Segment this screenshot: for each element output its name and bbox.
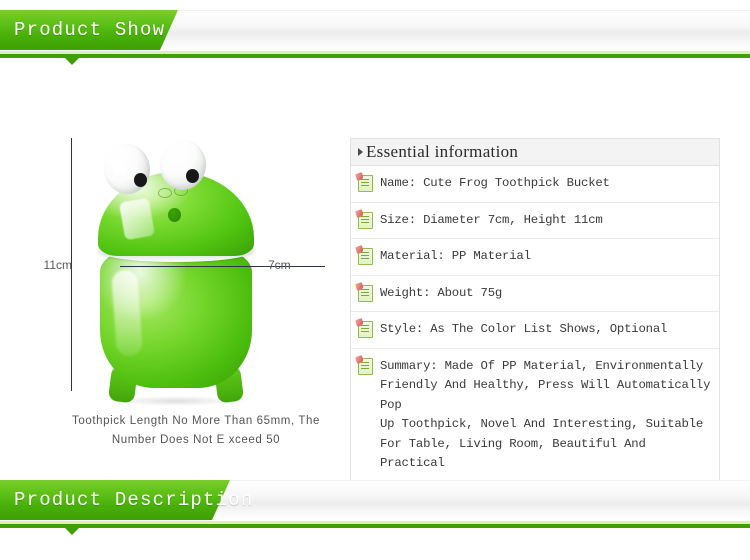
list-item: Style: As The Color List Shows, Optional — [351, 312, 719, 349]
section-banner-product-show: Product Show — [0, 0, 750, 65]
width-dimension-label: 7cm — [268, 258, 291, 272]
list-item-text: Material: PP Material — [380, 249, 531, 263]
product-image-block: 11cm 7cm Toothpick Length No More Than 6… — [44, 132, 330, 446]
note-document-icon — [358, 175, 373, 192]
frog-lid-highlight — [118, 197, 156, 241]
list-item-text: Weight: About 75g — [380, 285, 503, 300]
frog-pupil-left — [134, 173, 147, 187]
note-document-icon — [358, 321, 373, 338]
list-item-text: Style: As The Color List Shows, Optional — [380, 322, 668, 336]
essential-information-panel: Essential information Name: Cute Frog To… — [350, 138, 720, 483]
banner-rule — [0, 524, 750, 528]
width-guide-line — [120, 266, 325, 267]
toothpick-capacity-caption: Toothpick Length No More Than 65mm, The … — [72, 415, 320, 446]
list-item-text: Name: Cute Frog Toothpick Bucket — [380, 176, 610, 190]
content-area: 11cm 7cm Toothpick Length No More Than 6… — [0, 86, 750, 483]
height-dimension-label: 11cm — [43, 258, 72, 272]
list-item: Material: PP Material — [351, 239, 719, 276]
banner-arrow-icon — [65, 58, 79, 65]
list-item-text: Summary: Made Of PP Material, Environmen… — [380, 358, 711, 471]
note-document-icon — [358, 357, 373, 375]
list-item-text: Size: Diameter 7cm, Height 11cm — [380, 212, 603, 227]
list-item: Name: Cute Frog Toothpick Bucket — [351, 166, 719, 203]
note-document-icon — [358, 211, 373, 229]
section-banner-product-description: Product Description — [0, 470, 750, 535]
list-item: Weight: About 75g — [351, 276, 719, 312]
essential-information-list: Name: Cute Frog Toothpick Bucket Size: D… — [350, 166, 720, 483]
list-item: Size: Diameter 7cm, Height 11cm — [351, 203, 719, 239]
product-detail-page: Product Show 11cm 7cm Toothpick Length N… — [0, 0, 750, 560]
note-document-icon — [358, 248, 373, 265]
note-document-icon — [358, 284, 373, 302]
banner-rule — [0, 54, 750, 58]
banner-arrow-icon — [65, 528, 79, 535]
caret-right-icon — [358, 148, 363, 156]
frog-pupil-right — [186, 169, 199, 183]
frog-mark-left — [158, 188, 172, 198]
list-item: Summary: Made Of PP Material, Environmen… — [351, 349, 719, 482]
banner-title-product-description: Product Description — [14, 489, 254, 511]
frog-nostril — [168, 208, 181, 222]
essential-information-title: Essential information — [366, 142, 519, 161]
banner-title-product-show: Product Show — [14, 19, 166, 41]
frog-toothpick-bucket-image — [82, 138, 272, 406]
essential-information-header: Essential information — [350, 138, 720, 166]
